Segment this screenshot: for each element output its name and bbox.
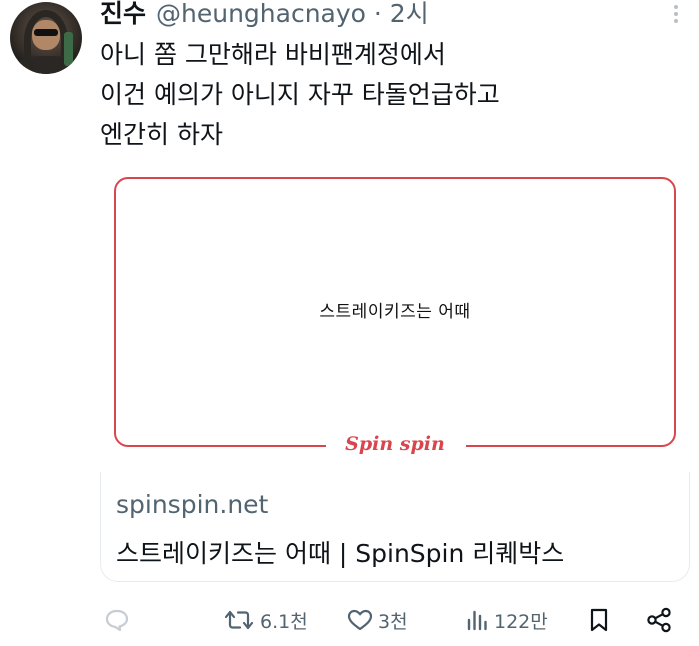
reply-button[interactable] [104, 600, 130, 640]
like-button[interactable]: 3천 [346, 600, 408, 640]
more-options-icon[interactable] [667, 2, 685, 26]
share-button[interactable] [645, 600, 673, 640]
tweet-text-line: 이건 예의가 아니지 자꾸 타돌언급하고 [100, 80, 500, 109]
reply-icon [104, 608, 130, 632]
avatar-bottle [64, 32, 73, 66]
tweet-text-line: 엔간히 하자 [100, 120, 223, 149]
share-icon [645, 607, 673, 633]
like-count: 3천 [378, 610, 408, 633]
link-card-info[interactable]: spinspin.net 스트레이키즈는 어때 | SpinSpin 리퀘박스 [100, 472, 690, 582]
link-title: 스트레이키즈는 어때 | SpinSpin 리퀘박스 [116, 539, 565, 568]
link-domain: spinspin.net [116, 490, 269, 519]
card-image-text: 스트레이키즈는 어때 [319, 302, 471, 322]
tweet-text: 아니 쫌 그만해라 바비팬계정에서 이건 예의가 아니지 자꾸 타돌언급하고 엔… [100, 35, 500, 155]
avatar-sunglasses [34, 29, 58, 36]
retweet-button[interactable]: 6.1천 [222, 600, 308, 640]
retweet-count: 6.1천 [260, 610, 308, 633]
avatar[interactable] [10, 2, 82, 74]
bookmark-button[interactable] [587, 600, 611, 640]
spinspin-logo: Spin spin [345, 433, 445, 455]
more-dot [674, 5, 678, 9]
more-dot [674, 12, 678, 16]
views-button[interactable]: 122만 [464, 600, 548, 640]
views-count: 122만 [494, 610, 548, 633]
link-card-image[interactable]: 스트레이키즈는 어때 Spin spin [100, 165, 690, 472]
tweet-header: 진수 @heunghacnayo · 2시 [100, 0, 429, 30]
bookmark-icon [587, 607, 611, 633]
more-dot [674, 19, 678, 23]
heart-icon [346, 608, 374, 632]
tweet-actions: 6.1천 3천 122만 [100, 600, 690, 640]
display-name[interactable]: 진수 [100, 0, 146, 30]
tweet-text-line: 아니 쫌 그만해라 바비팬계정에서 [100, 40, 446, 69]
handle-and-time[interactable]: @heunghacnayo · 2시 [156, 0, 429, 30]
retweet-icon [222, 608, 256, 632]
views-icon [464, 608, 490, 632]
